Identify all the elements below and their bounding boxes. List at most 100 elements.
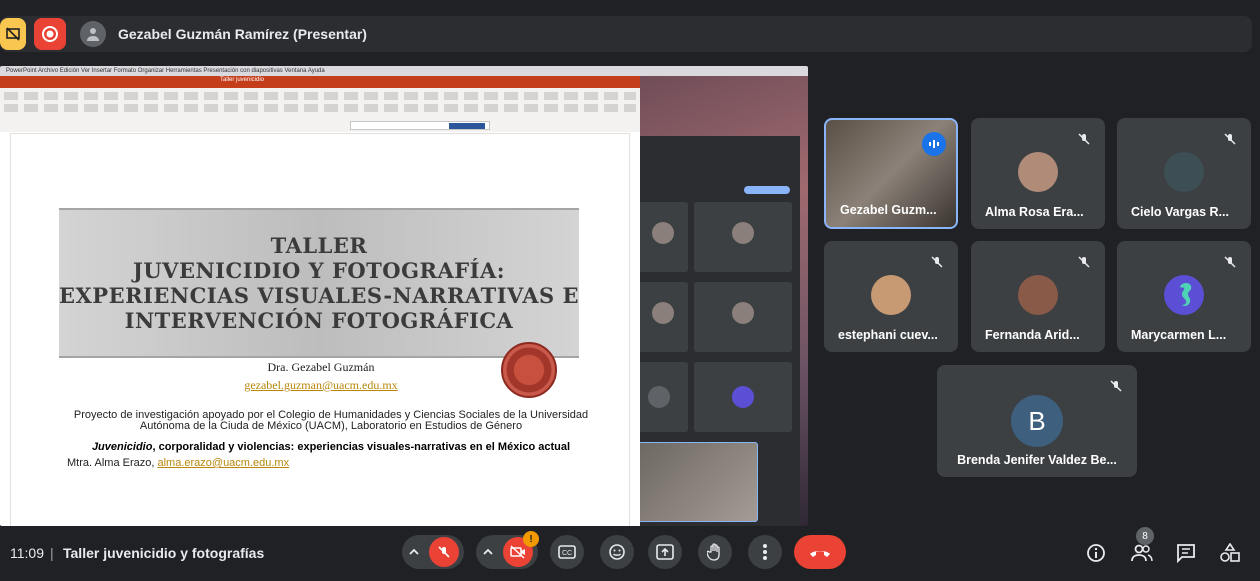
powerpoint-window: Taller juvenicidio TALLER JUVENICIDIO Y … — [0, 76, 640, 526]
present-icon — [656, 544, 674, 560]
slide-author-email: gezabel.guzman@uacm.edu.mx — [244, 378, 398, 392]
audio-wave-icon — [929, 140, 939, 148]
camera-off-icon — [510, 545, 525, 559]
participant-avatar — [871, 275, 911, 315]
participant-avatar — [1018, 152, 1058, 192]
activities-button[interactable] — [1216, 539, 1244, 567]
ppt-ribbon: Taller juvenicidio — [0, 76, 640, 132]
camera-warning-badge: ! — [523, 531, 539, 547]
raise-hand-button[interactable] — [698, 535, 732, 569]
meet-window: Gezabel Guzmán Ramírez (Presentar) Power… — [0, 0, 1260, 581]
inner-tile — [694, 202, 792, 272]
slide: TALLER JUVENICIDIO Y FOTOGRAFÍA: EXPERIE… — [10, 133, 630, 526]
mac-menubar: PowerPoint Archivo Edición Ver Insertar … — [0, 66, 808, 76]
stop-presenting-button[interactable] — [0, 18, 26, 50]
participant-name: Marycarmen L... — [1131, 328, 1227, 342]
captions-icon: CC — [558, 545, 576, 559]
record-icon — [42, 26, 58, 42]
slide-project-title: Juvenicidio, corporalidad y violencias: … — [51, 441, 611, 453]
info-icon — [1087, 544, 1105, 562]
participant-avatar: B — [1011, 395, 1063, 447]
chat-icon — [1177, 544, 1195, 563]
inner-tile — [694, 362, 792, 432]
hand-icon — [707, 543, 720, 561]
more-vert-icon — [763, 544, 767, 560]
meeting-title: Taller juvenicidio y fotografías — [63, 545, 265, 561]
project-title-italic: Juvenicidio — [91, 441, 153, 453]
participant-name: estephani cuev... — [838, 328, 938, 342]
ppt-notice-bar — [350, 121, 490, 130]
camera-control[interactable]: ! — [476, 531, 539, 569]
mic-off-icon — [1073, 251, 1095, 273]
inner-tile — [638, 202, 688, 272]
presenter-avatar — [80, 21, 106, 47]
inner-tile — [638, 362, 688, 432]
inner-tile — [638, 282, 688, 352]
speaking-indicator — [922, 132, 946, 156]
credit-name: Mtra. Alma Erazo, — [67, 457, 155, 469]
participant-tile[interactable]: B Brenda Jenifer Valdez Be... — [937, 365, 1137, 477]
presenter-label: Gezabel Guzmán Ramírez (Presentar) — [118, 26, 367, 42]
inner-presenter-video — [632, 442, 758, 522]
participant-avatar — [1164, 152, 1204, 192]
bottom-control-bar: 11:09 | Taller juvenicidio y fotografías… — [0, 525, 1260, 581]
mic-off-icon — [1105, 375, 1127, 397]
chat-button[interactable] — [1172, 539, 1200, 567]
svg-text:CC: CC — [562, 550, 572, 557]
end-call-button[interactable] — [794, 535, 846, 569]
person-icon — [87, 28, 99, 41]
slide-title-band: TALLER JUVENICIDIO Y FOTOGRAFÍA: EXPERIE… — [59, 208, 579, 358]
inner-present-pill — [744, 186, 790, 194]
participant-name: Gezabel Guzm... — [840, 203, 937, 217]
mic-off-icon — [438, 546, 450, 558]
screen-share-off-icon — [6, 27, 20, 41]
inner-tile — [694, 282, 792, 352]
ppt-window-title: Taller juvenicidio — [220, 77, 265, 83]
mic-control[interactable] — [402, 535, 464, 569]
mic-off-icon — [1073, 128, 1095, 150]
participant-count-badge: 8 — [1136, 527, 1154, 545]
slide-title: TALLER JUVENICIDIO Y FOTOGRAFÍA: EXPERIE… — [59, 233, 579, 333]
slide-credit: Mtra. Alma Erazo, alma.erazo@uacm.edu.mx — [67, 457, 289, 469]
participant-tile[interactable]: estephani cuev... — [824, 241, 958, 352]
meeting-details-button[interactable] — [1082, 539, 1110, 567]
people-button[interactable]: 8 — [1128, 527, 1156, 567]
separator: | — [50, 545, 54, 561]
participant-tile[interactable]: Marycarmen L... — [1117, 241, 1251, 352]
clock: 11:09 — [10, 545, 44, 561]
people-icon — [1131, 544, 1153, 562]
inner-meet-window — [630, 136, 800, 526]
more-options-button[interactable] — [748, 535, 782, 569]
record-button[interactable] — [34, 18, 66, 50]
camera-toggle-button[interactable]: ! — [503, 531, 539, 567]
participant-tile[interactable]: Fernanda Arid... — [971, 241, 1105, 352]
participant-avatar — [1164, 275, 1204, 315]
chevron-up-icon — [409, 548, 419, 555]
slide-project-text: Proyecto de investigación apoyado por el… — [73, 409, 589, 432]
project-title-rest: , corporalidad y violencias: experiencia… — [152, 441, 571, 453]
participant-tile[interactable]: Gezabel Guzm... — [824, 118, 958, 229]
mic-off-icon — [1219, 251, 1241, 273]
captions-button[interactable]: CC — [550, 535, 584, 569]
shared-screen: PowerPoint Archivo Edición Ver Insertar … — [0, 66, 808, 526]
mic-off-icon — [926, 251, 948, 273]
hang-up-icon — [810, 551, 830, 557]
participant-name: Brenda Jenifer Valdez Be... — [957, 453, 1117, 467]
participant-name: Cielo Vargas R... — [1131, 205, 1229, 219]
shapes-icon — [1220, 543, 1240, 562]
presentation-bar: Gezabel Guzmán Ramírez (Presentar) — [0, 16, 1252, 52]
participant-avatar — [1018, 275, 1058, 315]
participant-name: Fernanda Arid... — [985, 328, 1080, 342]
seahorse-icon — [1180, 283, 1192, 306]
mic-off-icon — [1219, 128, 1241, 150]
participant-tile[interactable]: Cielo Vargas R... — [1117, 118, 1251, 229]
mic-toggle-button[interactable] — [429, 537, 459, 567]
credit-email: alma.erazo@uacm.edu.mx — [157, 457, 290, 469]
present-screen-button[interactable] — [648, 535, 682, 569]
reactions-button[interactable] — [600, 535, 634, 569]
participant-tile[interactable]: Alma Rosa Era... — [971, 118, 1105, 229]
slide-author: Dra. Gezabel Guzmán — [267, 360, 375, 374]
participant-name: Alma Rosa Era... — [985, 205, 1084, 219]
emoji-icon — [609, 544, 625, 560]
chevron-up-icon — [483, 548, 493, 555]
